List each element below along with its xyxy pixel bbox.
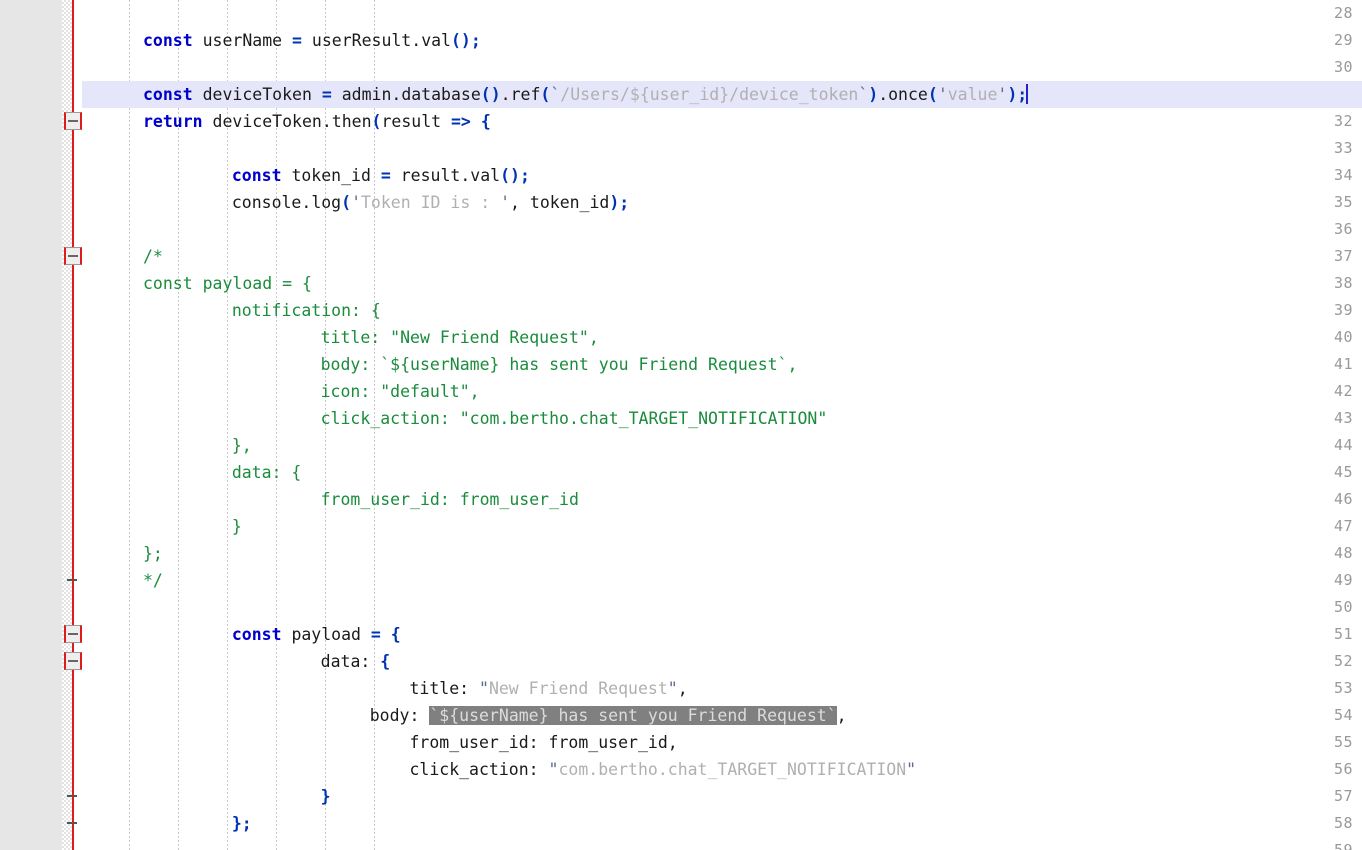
- fold-end-marker[interactable]: [67, 579, 77, 581]
- code-line[interactable]: [0, 216, 1362, 243]
- code-line-text: from_user_id: from_user_id: [241, 490, 579, 509]
- code-line-text: title: "New Friend Request",: [409, 679, 688, 698]
- code-line[interactable]: const token_id = result.val();: [0, 162, 1362, 189]
- code-line[interactable]: data: {: [0, 648, 1362, 675]
- code-line[interactable]: body: `${userName} has sent you Friend R…: [0, 702, 1362, 729]
- code-editor[interactable]: const userName = userResult.val(); const …: [0, 0, 1362, 850]
- code-line-text: const deviceToken = admin.database().ref…: [143, 84, 1029, 104]
- code-line[interactable]: [0, 54, 1362, 81]
- code-line[interactable]: [0, 0, 1362, 27]
- code-line[interactable]: notification: {: [0, 297, 1362, 324]
- code-line[interactable]: }: [0, 783, 1362, 810]
- fold-collapse-icon[interactable]: [64, 652, 82, 670]
- code-line[interactable]: [0, 837, 1362, 850]
- code-line[interactable]: [0, 135, 1362, 162]
- code-line[interactable]: const payload = {: [0, 621, 1362, 648]
- fold-collapse-icon[interactable]: [64, 625, 82, 643]
- code-line[interactable]: click_action: "com.bertho.chat_TARGET_NO…: [0, 756, 1362, 783]
- code-line[interactable]: body: `${userName} has sent you Friend R…: [0, 351, 1362, 378]
- fold-collapse-icon[interactable]: [64, 112, 82, 130]
- code-line-text: click_action: "com.bertho.chat_TARGET_NO…: [241, 409, 828, 428]
- code-line-text: body: `${userName} has sent you Friend R…: [369, 706, 847, 725]
- code-line[interactable]: },: [0, 432, 1362, 459]
- code-line[interactable]: console.log('Token ID is : ', token_id);: [0, 189, 1362, 216]
- code-line[interactable]: from_user_id: from_user_id: [0, 486, 1362, 513]
- code-line[interactable]: const userName = userResult.val();: [0, 27, 1362, 54]
- code-line[interactable]: return deviceToken.then(result => {: [0, 108, 1362, 135]
- code-line[interactable]: from_user_id: from_user_id,: [0, 729, 1362, 756]
- editor-gutter[interactable]: [0, 0, 62, 850]
- code-line[interactable]: /*: [0, 243, 1362, 270]
- code-line-text: from_user_id: from_user_id,: [409, 733, 678, 752]
- code-line[interactable]: };: [0, 540, 1362, 567]
- code-line-text: console.log('Token ID is : ', token_id);: [231, 193, 630, 212]
- code-line[interactable]: icon: "default",: [0, 378, 1362, 405]
- selected-text: `${userName} has sent you Friend Request…: [429, 706, 837, 725]
- code-line-text: body: `${userName} has sent you Friend R…: [241, 355, 798, 374]
- code-line[interactable]: }: [0, 513, 1362, 540]
- code-line[interactable]: };: [0, 810, 1362, 837]
- fold-end-marker[interactable]: [67, 822, 77, 824]
- code-line[interactable]: [0, 594, 1362, 621]
- code-line-text: click_action: "com.bertho.chat_TARGET_NO…: [409, 760, 917, 779]
- code-line[interactable]: title: "New Friend Request",: [0, 324, 1362, 351]
- code-line[interactable]: */: [0, 567, 1362, 594]
- code-line-text: const token_id = result.val();: [231, 166, 530, 185]
- code-line[interactable]: click_action: "com.bertho.chat_TARGET_NO…: [0, 405, 1362, 432]
- code-line-text: title: "New Friend Request",: [241, 328, 599, 347]
- text-cursor: [1026, 84, 1029, 104]
- fold-end-marker[interactable]: [67, 795, 77, 797]
- code-line[interactable]: title: "New Friend Request",: [0, 675, 1362, 702]
- fold-collapse-icon[interactable]: [64, 247, 82, 265]
- code-line[interactable]: data: {: [0, 459, 1362, 486]
- code-line[interactable]: const deviceToken = admin.database().ref…: [0, 81, 1362, 108]
- code-line[interactable]: const payload = {: [0, 270, 1362, 297]
